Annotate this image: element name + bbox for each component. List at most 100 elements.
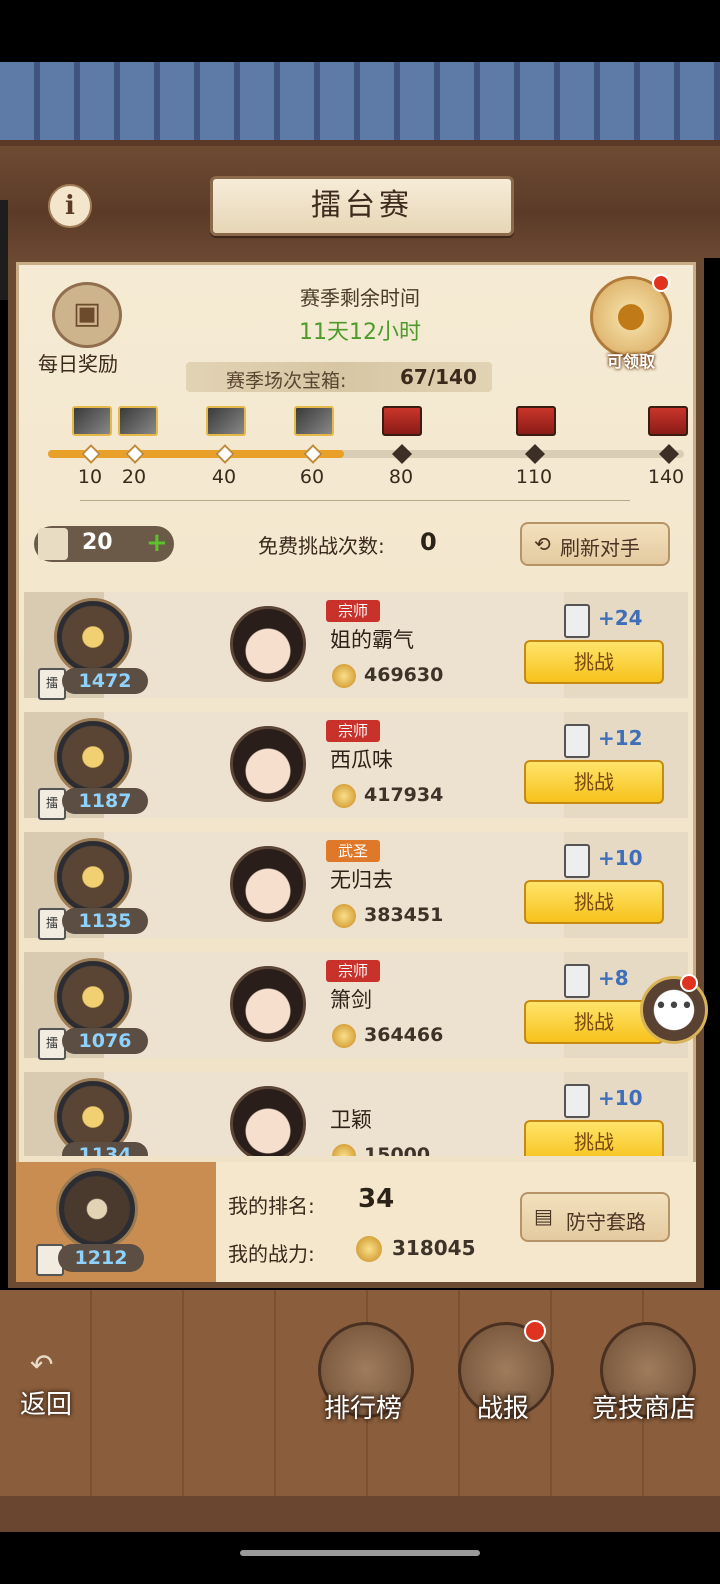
opponent-rank-points: 1187 — [62, 788, 148, 814]
opponent-name: 西瓜味 — [330, 748, 393, 772]
challenge-button[interactable]: 挑战 — [524, 1120, 664, 1156]
points-gain: +10 — [598, 1086, 643, 1110]
rank-medal-icon — [56, 1168, 138, 1250]
ticket-icon — [564, 1084, 590, 1118]
challenge-button[interactable]: 挑战 — [524, 880, 664, 924]
opponent-row: 擂 1135 武圣 无归去 383451 +10 挑战 — [24, 832, 688, 940]
opponent-name: 卫颖 — [330, 1108, 372, 1132]
arena-shop-button[interactable]: 竞技商店 — [564, 1388, 720, 1425]
season-chest-label: 赛季场次宝箱: — [226, 370, 347, 392]
free-challenge-label: 免费挑战次数: — [258, 534, 385, 558]
opponent-row: 1134 卫颖 15000 +10 挑战 — [24, 1072, 688, 1156]
milestone-label: 40 — [211, 466, 237, 488]
season-remaining-label: 赛季剩余时间 — [300, 286, 420, 310]
title-badge: 武圣 — [326, 840, 380, 862]
milestone-label: 80 — [388, 466, 414, 488]
ticket-icon — [564, 844, 590, 878]
chat-icon[interactable]: ••• — [640, 976, 708, 1044]
points-gain: +12 — [598, 726, 643, 750]
rank-medal-icon — [54, 838, 132, 916]
avatar[interactable] — [230, 966, 306, 1042]
milestone-label: 60 — [299, 466, 325, 488]
opponent-rank-points: 1135 — [62, 908, 148, 934]
milestone-label: 140 — [647, 466, 685, 488]
title-badge: 宗师 — [326, 600, 380, 622]
reward-box-icon[interactable] — [516, 406, 556, 436]
opponent-name: 无归去 — [330, 868, 393, 892]
home-indicator[interactable] — [240, 1550, 480, 1556]
season-chest-bar: 赛季场次宝箱: 67/140 — [186, 362, 492, 392]
opponent-row: 擂 1472 宗师 姐的霸气 469630 +24 挑战 — [24, 592, 688, 700]
opponent-rank-points: 1472 — [62, 668, 148, 694]
milestone-label: 20 — [121, 466, 147, 488]
rank-medal-icon — [54, 718, 132, 796]
page-title: 擂台赛 — [210, 176, 514, 236]
notification-dot — [652, 274, 670, 292]
claimed-reward-icon[interactable] — [206, 406, 246, 436]
daily-reward-chest-icon[interactable]: ▣ — [52, 282, 122, 348]
refresh-icon: ⟲ — [534, 532, 551, 556]
opponent-rank-points: 1134 — [62, 1142, 148, 1156]
power-icon — [356, 1236, 382, 1262]
season-remaining-time: 11天12小时 — [299, 320, 421, 345]
opponent-power: 383451 — [364, 904, 444, 926]
free-challenge-count: 0 — [420, 528, 437, 556]
points-gain: +24 — [598, 606, 643, 630]
opponent-power: 364466 — [364, 1024, 444, 1046]
my-rank-value: 34 — [358, 1184, 395, 1214]
challenge-button[interactable]: 挑战 — [524, 640, 664, 684]
opponent-power: 15000 — [364, 1144, 431, 1156]
points-gain: +8 — [598, 966, 629, 990]
claimable-label: 可领取 — [606, 352, 655, 371]
reward-box-icon[interactable] — [382, 406, 422, 436]
daily-reward-label: 每日奖励 — [38, 352, 118, 376]
opponent-power: 417934 — [364, 784, 444, 806]
avatar[interactable] — [230, 726, 306, 802]
ticket-counter: 20 + — [34, 526, 174, 562]
my-rank-points: 1212 — [58, 1244, 144, 1272]
claimed-reward-icon[interactable] — [72, 406, 112, 436]
claimed-reward-icon[interactable] — [118, 406, 158, 436]
divider — [80, 500, 630, 501]
ticket-icon — [38, 528, 68, 560]
season-chest-progress: 67/140 — [400, 365, 477, 389]
notification-dot — [680, 974, 698, 992]
ticket-icon — [564, 964, 590, 998]
power-icon — [332, 904, 356, 928]
power-icon — [332, 1024, 356, 1048]
opponent-power: 469630 — [364, 664, 444, 686]
power-icon — [332, 784, 356, 808]
add-ticket-button[interactable]: + — [146, 528, 168, 558]
notification-dot — [524, 1320, 546, 1342]
title-badge: 宗师 — [326, 720, 380, 742]
opponent-name: 姐的霸气 — [330, 628, 414, 652]
points-gain: +10 — [598, 846, 643, 870]
power-icon — [332, 1144, 356, 1156]
avatar[interactable] — [230, 846, 306, 922]
milestone-label: 110 — [515, 466, 553, 488]
my-power-label: 我的战力: — [228, 1242, 315, 1266]
challenge-button[interactable]: 挑战 — [524, 760, 664, 804]
avatar[interactable] — [230, 606, 306, 682]
reward-box-icon[interactable] — [648, 406, 688, 436]
ticket-count: 20 — [82, 530, 113, 555]
defense-setup-button[interactable]: ▤ 防守套路 — [520, 1192, 670, 1242]
leaderboard-button[interactable]: 排行榜 — [283, 1388, 443, 1425]
screen-edge — [0, 200, 8, 300]
book-icon: ▤ — [534, 1204, 553, 1228]
rank-medal-icon — [54, 958, 132, 1036]
avatar[interactable] — [230, 1086, 306, 1156]
my-power-value: 318045 — [392, 1236, 476, 1260]
battle-report-button[interactable]: 战报 — [423, 1388, 583, 1425]
refresh-opponents-button[interactable]: ⟲ 刷新对手 — [520, 522, 670, 566]
opponent-row: 擂 1187 宗师 西瓜味 417934 +12 挑战 — [24, 712, 688, 820]
opponent-rank-points: 1076 — [62, 1028, 148, 1054]
my-rank-label: 我的排名: — [228, 1194, 315, 1218]
bottom-strip — [0, 1496, 720, 1532]
title-badge: 宗师 — [326, 960, 380, 982]
rank-medal-icon — [54, 598, 132, 676]
back-button[interactable]: 返回 — [20, 1384, 72, 1421]
back-arrow-icon[interactable]: ↶ — [30, 1348, 53, 1381]
claimed-reward-icon[interactable] — [294, 406, 334, 436]
info-icon[interactable]: i — [48, 184, 92, 228]
